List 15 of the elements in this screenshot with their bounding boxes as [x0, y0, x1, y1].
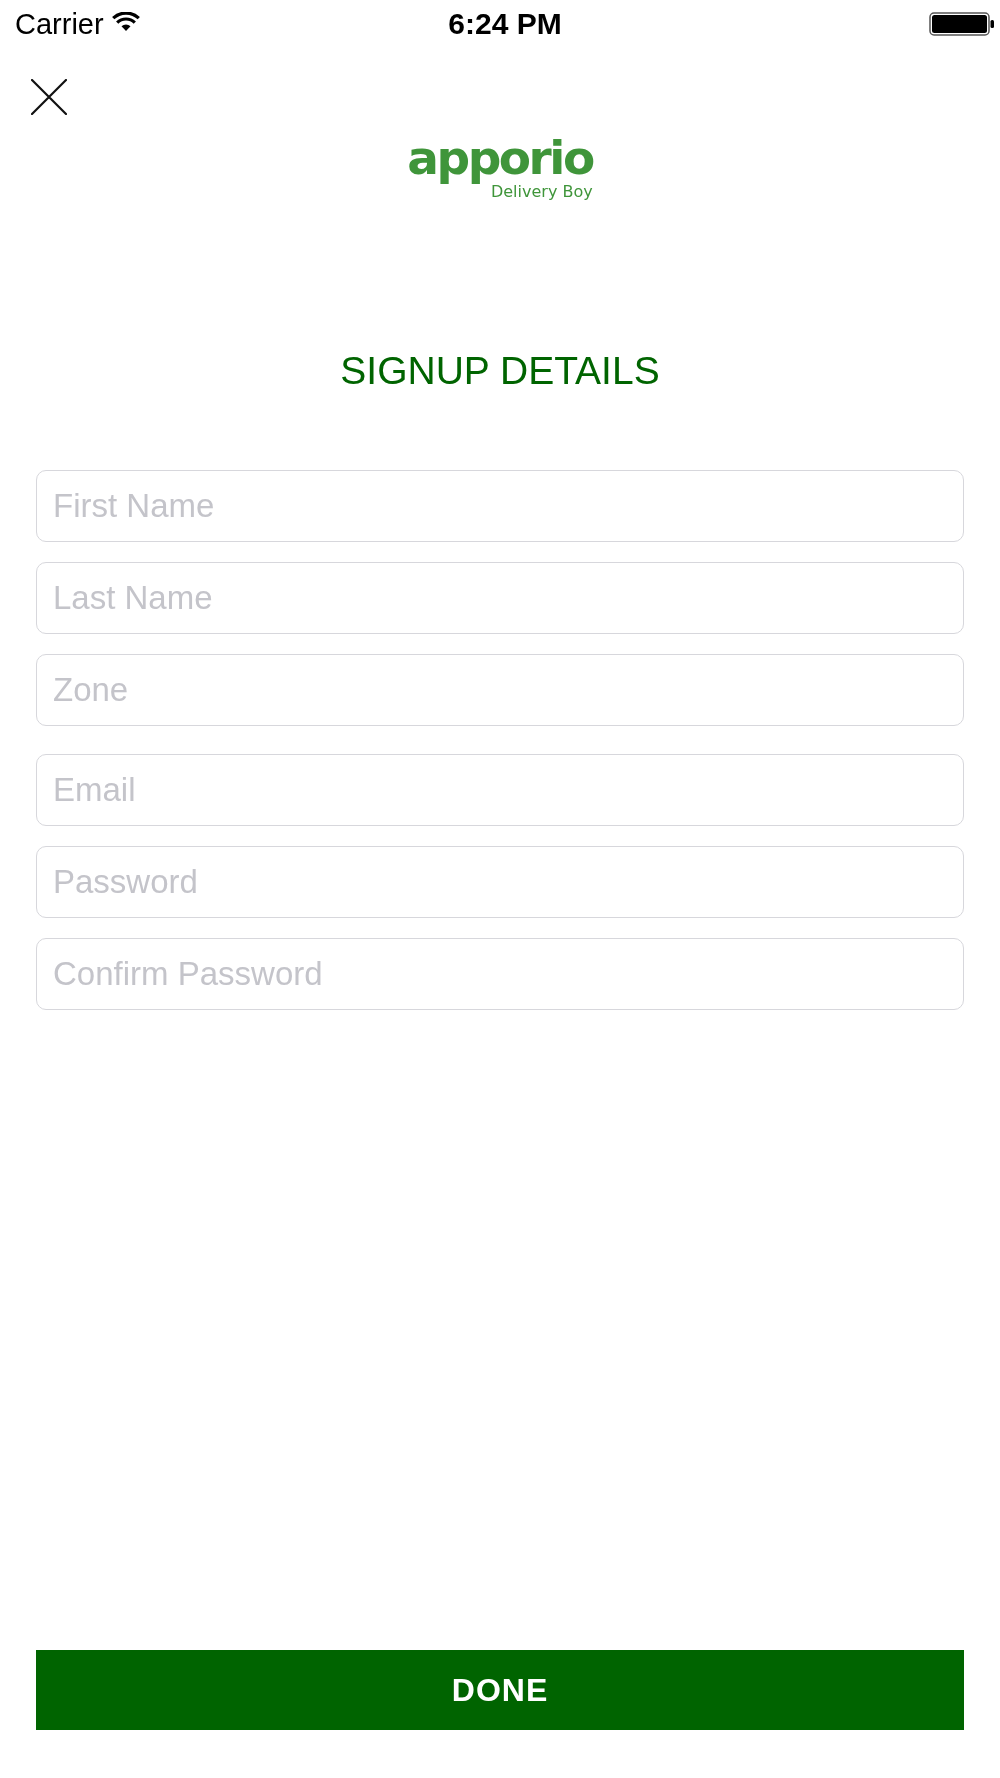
page-title: SIGNUP DETAILS	[339, 348, 661, 394]
input-field[interactable]: First Name	[36, 470, 964, 542]
wifi-icon	[111, 12, 140, 32]
input-field[interactable]: Password	[36, 846, 964, 918]
input-field[interactable]: Last Name	[36, 562, 964, 634]
done-button[interactable]: DONE	[36, 1650, 964, 1730]
input-field[interactable]: Email	[36, 754, 964, 826]
clock-time: 6:24 PM	[448, 7, 562, 41]
battery-icon	[929, 12, 995, 36]
carrier-name: Carrier	[15, 7, 104, 41]
logo-wordmark: apporio	[407, 131, 593, 185]
input-field[interactable]: Confirm Password	[36, 938, 964, 1010]
close-button[interactable]	[31, 79, 67, 115]
input-field[interactable]: Zone	[36, 654, 964, 726]
logo-tagline: Delivery Boy	[490, 183, 593, 201]
